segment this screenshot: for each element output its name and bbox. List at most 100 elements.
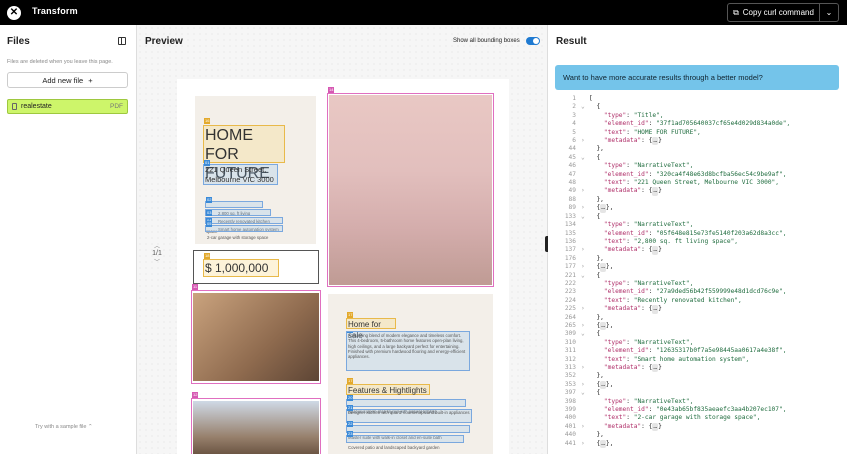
collapsed-ellipsis[interactable]: …: [600, 204, 606, 213]
code-line: 88 },: [555, 196, 845, 204]
code-line: 4 "element_id": "37f1ad705640037cf65e4d0…: [555, 120, 845, 128]
code-line: 134 "type": "NarrativeText",: [555, 221, 845, 229]
address-bbox[interactable]: 01 221 Queen Street, Melbourne VIC 3000: [203, 160, 278, 185]
feature-bbox[interactable]: Recently renovated kitchen 03: [205, 209, 271, 224]
line-number: 44: [568, 145, 576, 153]
add-file-button[interactable]: Add new file +: [7, 72, 128, 88]
close-icon[interactable]: ✕: [7, 6, 21, 20]
collapsed-ellipsis[interactable]: …: [600, 380, 606, 390]
code-text: "text": "2-car garage with storage space…: [589, 414, 761, 422]
fold-icon: [581, 372, 589, 380]
fold-icon[interactable]: ⌄: [581, 154, 589, 162]
bbox-toggle[interactable]: [526, 37, 540, 45]
feature-bbox[interactable]: Smart home automation system04: [205, 217, 283, 232]
line-number: 225: [564, 305, 576, 313]
sample-file-link[interactable]: Try with a sample file ⌃: [35, 424, 93, 430]
fold-icon[interactable]: ⌄: [581, 389, 589, 397]
price-text: $ 1,000,000: [205, 261, 269, 275]
file-item-realestate[interactable]: realestate PDF: [7, 99, 128, 114]
features-heading-bbox[interactable]: 17 Features & Hightlights: [346, 378, 430, 395]
highlight-bbox[interactable]: 22 Master suite with walk-in closet and e…: [346, 421, 470, 440]
code-text: {: [589, 271, 601, 279]
bbox-tag: 02: [206, 197, 213, 203]
collapsed-ellipsis[interactable]: …: [600, 439, 606, 449]
collapsed-ellipsis[interactable]: …: [652, 187, 659, 196]
fold-icon[interactable]: ›: [581, 364, 589, 372]
feature-bbox[interactable]: 2-car garage with storage space 05: [205, 221, 283, 240]
chevron-down-icon[interactable]: ﹀: [149, 257, 165, 266]
code-text: },: [589, 313, 604, 321]
fold-icon[interactable]: ›: [581, 381, 589, 389]
highlight-bbox[interactable]: 20 Spacious open-plan layout with natural…: [346, 395, 466, 414]
code-line: 311 "element_id": "12635317b0f7a5e98445a…: [555, 347, 845, 355]
feature-bbox[interactable]: 2,800 sq. ft living space 02: [205, 197, 263, 234]
code-text: {: [589, 212, 601, 220]
fold-icon[interactable]: ›: [581, 246, 589, 254]
line-number: 309: [564, 330, 576, 338]
bbox-tag: 16: [204, 118, 211, 124]
files-heading: Files: [7, 36, 30, 47]
code-text: {: [589, 330, 601, 338]
collapsed-ellipsis[interactable]: …: [652, 422, 659, 432]
chevron-up-icon[interactable]: ︿: [149, 241, 165, 250]
code-line: 137 › "metadata": {…}: [555, 246, 845, 255]
line-number: 397: [564, 389, 576, 397]
price-bbox[interactable]: 18 $ 1,000,000: [203, 253, 279, 277]
fold-icon: [581, 288, 589, 296]
files-note: Files are deleted when you leave this pa…: [7, 59, 113, 65]
code-line: 46 "type": "NarrativeText",: [555, 162, 845, 170]
json-viewer[interactable]: 1[2 ⌄ {3 "type": "Title", 4 "element_id": …: [555, 95, 845, 454]
fold-icon[interactable]: ›: [581, 137, 589, 145]
code-text: {: [589, 389, 601, 397]
collapsed-ellipsis[interactable]: …: [652, 364, 659, 373]
description-bbox[interactable]: 19 A stunning blend of modern elegance a…: [346, 331, 470, 371]
code-line: 135 "element_id": "05f648e815e73fe5140f2…: [555, 230, 845, 238]
highlight-bbox[interactable]: 21 Designer kitchen with quartz counterto…: [346, 405, 472, 423]
fold-icon[interactable]: ›: [581, 322, 589, 330]
fold-icon[interactable]: ⌄: [581, 213, 589, 221]
collapsed-ellipsis[interactable]: …: [652, 137, 659, 146]
collapsed-ellipsis[interactable]: …: [652, 246, 659, 255]
features-heading: Features & Hightlights: [348, 386, 427, 395]
code-text: },: [589, 195, 604, 203]
fold-icon[interactable]: ›: [581, 263, 589, 271]
page-navigator: ︿ 1/1 ﹀: [149, 241, 165, 266]
chevron-down-icon[interactable]: ⌄: [820, 3, 839, 22]
bbox-tag: 20: [347, 395, 354, 401]
line-number: 310: [564, 338, 576, 346]
sample-file-label: Try with a sample file: [35, 424, 87, 430]
image-bbox[interactable]: 14: [327, 87, 494, 287]
fold-icon[interactable]: ›: [581, 187, 589, 195]
copy-curl-button[interactable]: ⧉ Copy curl command: [727, 3, 820, 22]
fold-icon[interactable]: ›: [581, 305, 589, 313]
image-bbox[interactable]: 12: [191, 392, 321, 454]
fold-icon: [581, 145, 589, 153]
code-line: 49 › "metadata": {…}: [555, 187, 845, 196]
code-text: {…},: [589, 439, 614, 449]
fold-icon[interactable]: ⌄: [581, 103, 589, 111]
collapsed-ellipsis[interactable]: …: [652, 305, 659, 314]
upgrade-banner[interactable]: Want to have more accurate results throu…: [555, 65, 839, 90]
for-sale-heading-bbox[interactable]: 17 Home for sale: [346, 312, 396, 340]
code-text: },: [589, 145, 604, 153]
code-line: 3 "type": "Title",: [555, 112, 845, 120]
line-number: 133: [564, 212, 576, 220]
image-bbox[interactable]: 11: [191, 284, 321, 384]
fold-icon[interactable]: ›: [581, 440, 589, 448]
collapsed-ellipsis[interactable]: …: [600, 263, 606, 272]
sidebar-toggle-icon[interactable]: [118, 37, 126, 45]
collapsed-ellipsis[interactable]: …: [600, 321, 606, 331]
fold-icon[interactable]: ›: [581, 204, 589, 212]
title-bbox[interactable]: 16 HOME FOR FUTURE: [203, 118, 285, 182]
code-line: 312 "text": "Smart home automation syste…: [555, 356, 845, 364]
line-number: 264: [564, 313, 576, 321]
code-line: 401 › "metadata": {…}: [555, 422, 845, 432]
code-text: "metadata": {…}: [589, 137, 662, 146]
code-line: 222 "type": "NarrativeText",: [555, 280, 845, 288]
fold-icon[interactable]: ›: [581, 423, 589, 431]
fold-icon[interactable]: ⌄: [581, 330, 589, 338]
line-number: 312: [564, 355, 576, 363]
highlight-bbox[interactable]: 23 Covered patio and landscaped backyard …: [346, 431, 464, 450]
fold-icon: [581, 162, 589, 170]
fold-icon[interactable]: ⌄: [581, 272, 589, 280]
